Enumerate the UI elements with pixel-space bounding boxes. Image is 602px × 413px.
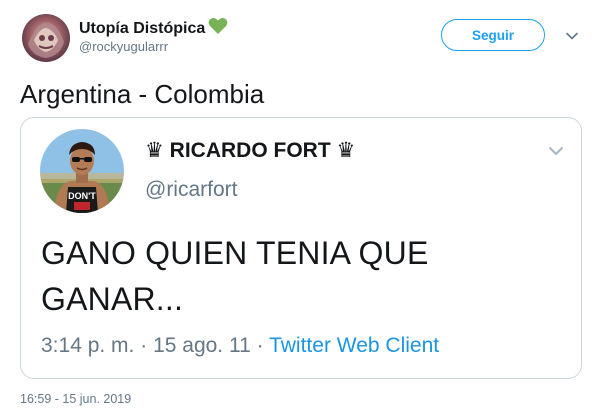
green-heart-icon	[208, 17, 228, 40]
avatar-shirt-text: DON'T	[68, 191, 96, 201]
author-name[interactable]: Utopía Distópica	[79, 17, 228, 40]
author-avatar[interactable]	[22, 14, 70, 62]
chevron-down-icon[interactable]	[565, 29, 579, 43]
tweet-timestamp[interactable]: 16:59 - 15 jun. 2019	[20, 392, 131, 406]
quoted-author-handle[interactable]: @ricarfort	[145, 178, 238, 202]
quoted-tweet-card[interactable]: DON'T ♛ RICARDO FORT ♛ @ricarfort GANO Q…	[20, 117, 582, 379]
meta-separator: ·	[256, 334, 264, 357]
quoted-tweet-meta: 3:14 p. m. · 15 ago. 11 · Twitter Web Cl…	[41, 334, 439, 358]
quoted-tweet-date[interactable]: 15 ago. 11	[153, 334, 251, 357]
follow-button[interactable]: Seguir	[441, 19, 545, 51]
author-name-text[interactable]: Utopía Distópica	[79, 20, 205, 37]
quoted-tweet-time[interactable]: 3:14 p. m.	[41, 334, 134, 357]
meta-separator: ·	[140, 334, 148, 357]
quoted-tweet-text: GANO QUIEN TENIA QUE GANAR...	[41, 235, 429, 317]
quoted-author-name[interactable]: ♛ RICARDO FORT ♛	[145, 138, 355, 163]
quoted-author-avatar[interactable]: DON'T	[40, 129, 124, 213]
quoted-tweet-source-link[interactable]: Twitter Web Client	[269, 334, 439, 357]
tweet-text: Argentina - Colombia	[20, 79, 265, 109]
chevron-down-icon[interactable]	[547, 142, 565, 160]
author-handle[interactable]: @rockyugularrr	[79, 39, 168, 54]
